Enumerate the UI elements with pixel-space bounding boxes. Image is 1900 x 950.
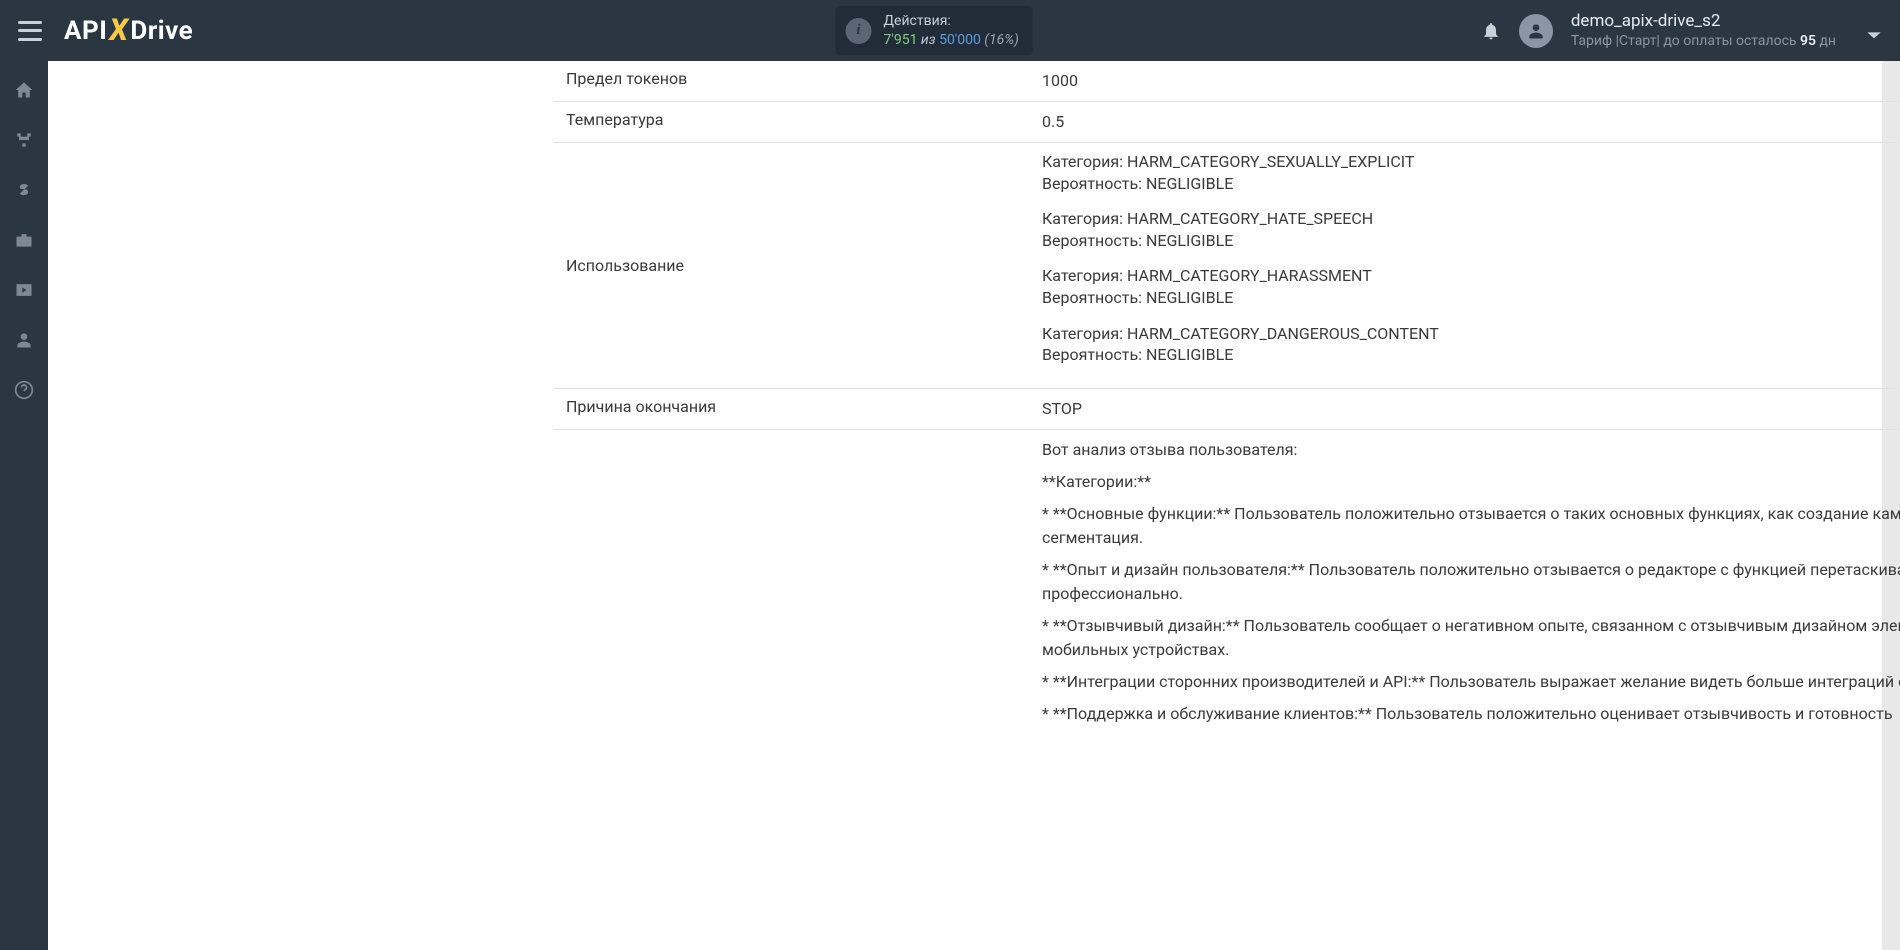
usage-label: Использование [554,143,1030,389]
usage-category: Категория: HARM_CATEGORY_HARASSMENTВероя… [1042,265,1900,308]
logo[interactable]: APIXDrive [64,13,193,48]
actions-label: Действия: [884,12,1019,30]
analysis-line: * **Поддержка и обслуживание клиентов:**… [1042,702,1900,726]
chevron-down-icon[interactable] [1866,26,1882,36]
table-row: Причина окончания STOP [554,388,1900,429]
user-plan: Тариф |Старт| до оплаты осталось 95 дн [1571,32,1836,50]
top-bar: APIXDrive i Действия: 7'951 из 50'000 (1… [0,0,1900,61]
sidebar [0,61,48,950]
token-limit-label: Предел токенов [554,61,1030,102]
analysis-line: * **Отзывчивый дизайн:** Пользователь со… [1042,614,1900,662]
temperature-label: Температура [554,102,1030,143]
user-block[interactable]: demo_apix-drive_s2 Тариф |Старт| до опла… [1571,10,1836,50]
sidebar-briefcase[interactable] [13,229,35,251]
sidebar-home[interactable] [13,79,35,101]
table-row: Температура 0.5 [554,102,1900,143]
finish-label: Причина окончания [554,388,1030,429]
actions-counter[interactable]: i Действия: 7'951 из 50'000 (16%) [836,6,1033,54]
analysis-line: * **Опыт и дизайн пользователя:** Пользо… [1042,558,1900,606]
avatar[interactable] [1519,14,1553,48]
usage-category: Категория: HARM_CATEGORY_SEXUALLY_EXPLIC… [1042,151,1900,194]
usage-category: Категория: HARM_CATEGORY_DANGEROUS_CONTE… [1042,323,1900,366]
usage-value: Категория: HARM_CATEGORY_SEXUALLY_EXPLIC… [1030,143,1900,389]
sidebar-help[interactable] [13,379,35,401]
info-icon: i [846,18,872,44]
sidebar-connections[interactable] [13,129,35,151]
token-limit-value: 1000 [1030,61,1900,102]
analysis-value: Вот анализ отзыва пользователя: **Катего… [1030,429,1900,742]
sidebar-account[interactable] [13,329,35,351]
table-row: Использование Категория: HARM_CATEGORY_S… [554,143,1900,389]
temperature-value: 0.5 [1030,102,1900,143]
actions-numbers: 7'951 из 50'000 (16%) [884,31,1019,49]
sidebar-video[interactable] [13,279,35,301]
table-row: Вот анализ отзыва пользователя: **Катего… [554,429,1900,742]
finish-value: STOP [1030,388,1900,429]
sidebar-billing[interactable] [13,179,35,201]
analysis-line: * **Интеграции сторонних производителей … [1042,670,1900,694]
data-panel: Предел токенов 1000 Температура 0.5 Испо… [48,61,1882,950]
user-name: demo_apix-drive_s2 [1571,10,1836,32]
result-table: Предел токенов 1000 Температура 0.5 Испо… [554,61,1900,742]
menu-toggle-button[interactable] [18,21,42,41]
usage-category: Категория: HARM_CATEGORY_HATE_SPEECHВеро… [1042,208,1900,251]
notifications-icon[interactable] [1481,20,1501,42]
table-row: Предел токенов 1000 [554,61,1900,102]
content-area: Предел токенов 1000 Температура 0.5 Испо… [48,61,1900,950]
analysis-line: * **Основные функции:** Пользователь пол… [1042,502,1900,550]
